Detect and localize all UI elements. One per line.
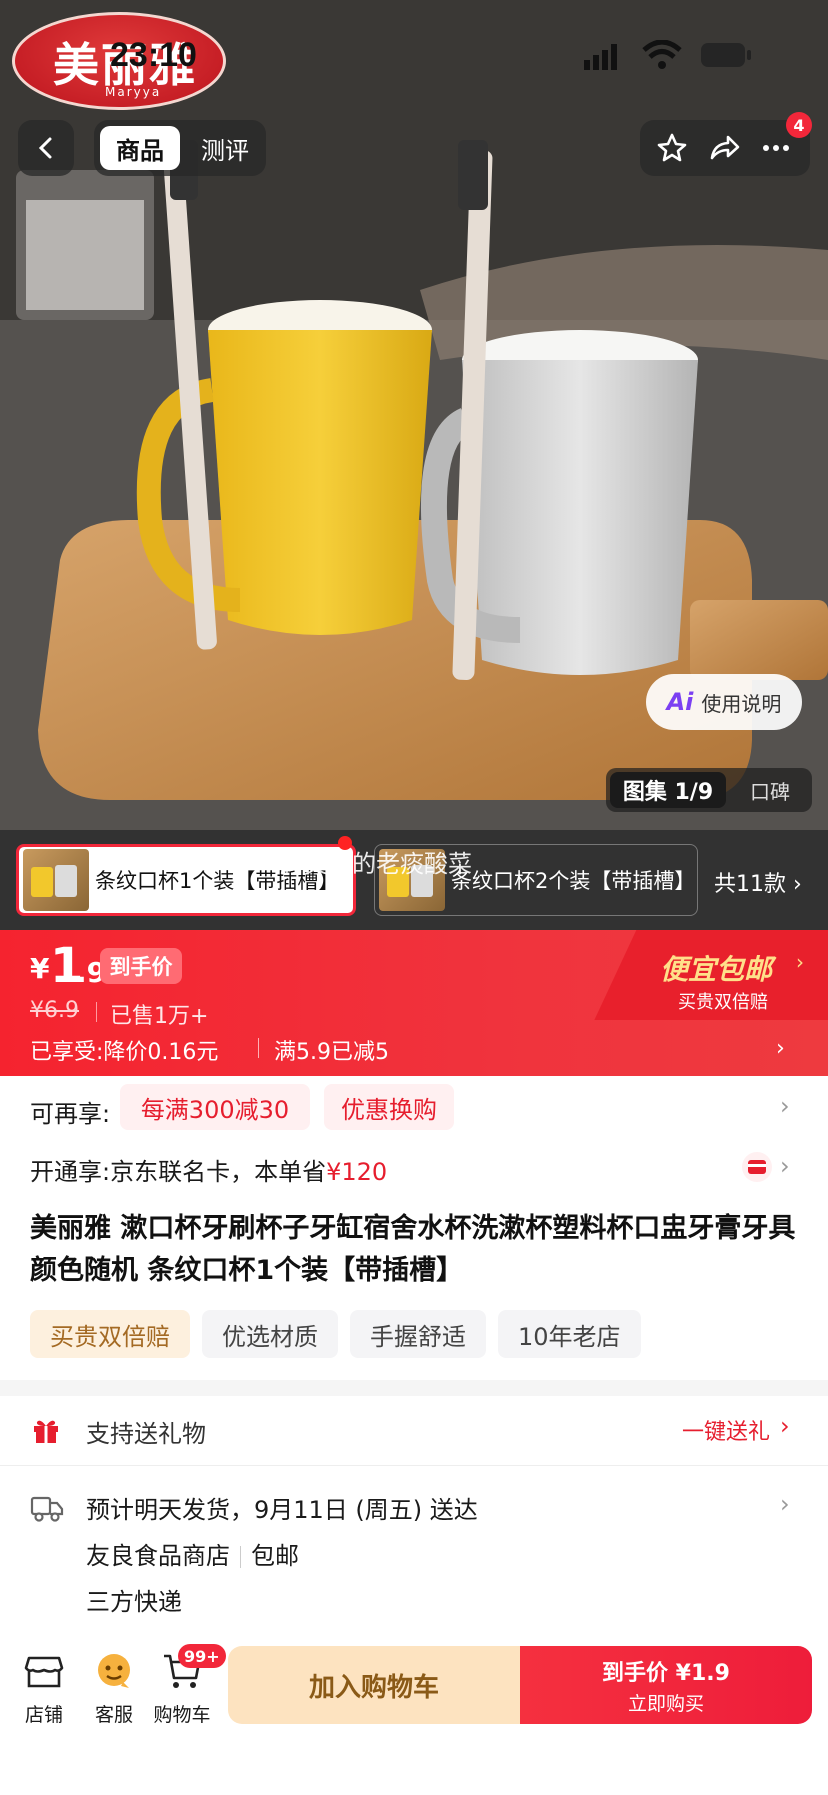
more-dots-icon [763, 145, 789, 151]
card-offer-amount: ¥120 [326, 1158, 388, 1186]
store-icon [24, 1656, 64, 1688]
cart-label: 购物车 [153, 1704, 211, 1726]
section-divider [0, 1380, 828, 1396]
product-tags: 买贵双倍赔 优选材质 手握舒适 10年老店 [30, 1310, 641, 1358]
tab-product[interactable]: 商品 [100, 126, 180, 170]
ai-icon: Ai [666, 688, 694, 716]
cart-count-badge: 99+ [178, 1644, 226, 1668]
courier: 三方快递 [86, 1588, 182, 1616]
more-offers-label: 可再享: [30, 1100, 111, 1128]
divider [258, 1038, 259, 1058]
buy-now-price: 到手价 ¥1.9 [602, 1660, 730, 1686]
top-tabs: 商品 测评 [94, 120, 266, 176]
status-time: 23:10 [110, 36, 197, 74]
wifi-icon [642, 40, 682, 69]
customer-service-label: 客服 [94, 1704, 133, 1726]
chevron-right-icon: › [780, 1152, 790, 1180]
favorite-button[interactable] [652, 128, 692, 168]
add-to-cart-button[interactable]: 加入购物车 [228, 1646, 520, 1724]
status-bar: 美丽雅 Maryya 23:10 [0, 0, 828, 110]
price-guarantee-label: 买贵双倍赔 [678, 992, 768, 1013]
product-image-gallery[interactable]: 美丽雅 Maryya 23:10 商品 测评 4 Ai 使用说明 图集 1/9 … [0, 0, 828, 930]
card-offer-text: 开通享:京东联名卡，本单省¥120 [30, 1152, 387, 1187]
price-currency: ¥ [30, 952, 50, 985]
review-tab[interactable]: 口碑 [734, 772, 806, 808]
sold-count: 已售1万+ [110, 1004, 209, 1029]
offer-chip[interactable]: 优惠换购 [324, 1084, 454, 1130]
free-shipping-label: 便宜包邮 [660, 953, 773, 986]
buy-now-label: 立即购买 [627, 1692, 704, 1715]
signal-icon [584, 44, 617, 70]
price-banner[interactable]: ¥ 1 .9 到手价 ¥6.9 已售1万+ 已享受:降价0.16元 满5.9已减… [0, 930, 828, 1076]
product-tag: 10年老店 [498, 1310, 641, 1358]
enjoyed-discount: 已享受:降价0.16元 [30, 1040, 219, 1065]
shop-name: 友良食品商店 [86, 1542, 230, 1570]
card-offer-label: 开通享:京东联名卡，本单省 [30, 1158, 327, 1186]
delivery-estimate: 预计明天发货，9月11日 (周五) 送达 [86, 1496, 478, 1524]
buy-now-button[interactable]: 到手价 ¥1.9 立即购买 [520, 1646, 812, 1724]
product-tag: 手握舒适 [350, 1310, 486, 1358]
chevron-right-icon: › [780, 1092, 790, 1120]
chevron-right-icon: › [776, 1036, 785, 1061]
offer-chip[interactable]: 每满300减30 [120, 1084, 310, 1130]
truck-icon [30, 1496, 64, 1522]
send-gift-link[interactable]: 一键送礼 [682, 1414, 770, 1446]
gallery-switch: 图集 1/9 口碑 [606, 768, 812, 812]
gallery-tab[interactable]: 图集 1/9 [610, 772, 726, 808]
back-button[interactable] [18, 120, 74, 176]
gift-icon [34, 1420, 58, 1443]
gift-label: 支持送礼物 [86, 1420, 206, 1448]
share-icon [710, 135, 740, 160]
product-title: 美丽雅 漱口杯牙刷杯子牙缸宿舍水杯洗漱杯塑料杯口盅牙膏牙具颜色随机 条纹口杯1个… [30, 1213, 796, 1286]
chevron-right-icon: › [780, 1412, 790, 1440]
original-price: ¥6.9 [30, 998, 79, 1023]
sku-total-link[interactable]: 共11款 › [714, 866, 802, 898]
sku-label: 条纹口杯2个装【带插槽】 [451, 869, 696, 893]
brand-logo-sub: Maryya [105, 85, 162, 99]
product-tag: 买贵双倍赔 [30, 1310, 190, 1358]
shop-label: 店铺 [24, 1704, 63, 1726]
battery-icon [701, 43, 751, 67]
chevron-left-icon [38, 137, 52, 159]
usage-guide-label: 使用说明 [701, 691, 782, 716]
sku-thumbnail [23, 849, 89, 911]
divider [96, 1002, 97, 1022]
chevron-right-icon: › [796, 950, 804, 974]
credit-card-icon [742, 1152, 772, 1182]
customer-service-button[interactable]: 客服 [82, 1650, 146, 1727]
tab-review[interactable]: 测评 [190, 126, 260, 170]
share-button[interactable] [704, 128, 744, 168]
final-price-tag: 到手价 [100, 948, 182, 984]
customer-service-icon [98, 1654, 130, 1688]
top-actions: 4 [640, 112, 812, 176]
watermark-text: 脚尖上的老痰酸菜 [280, 850, 472, 878]
bottom-action-bar: 店铺 客服 购物车 99+ 加入购物车 到手价 ¥1.9 立即购买 [0, 1630, 828, 1795]
shop-shipping-line: 友良食品商店 包邮 [86, 1536, 299, 1571]
product-tag: 优选材质 [202, 1310, 338, 1358]
chevron-right-icon: › [780, 1490, 790, 1518]
usage-guide-button[interactable]: Ai 使用说明 [646, 674, 802, 730]
shipping-fee: 包邮 [251, 1542, 299, 1570]
enjoyed-full-reduction: 满5.9已减5 [274, 1040, 389, 1065]
star-icon [657, 133, 687, 162]
gift-row[interactable]: 支持送礼物 一键送礼 › [0, 1396, 828, 1466]
shop-button[interactable]: 店铺 [12, 1650, 76, 1727]
more-badge: 4 [786, 112, 812, 138]
